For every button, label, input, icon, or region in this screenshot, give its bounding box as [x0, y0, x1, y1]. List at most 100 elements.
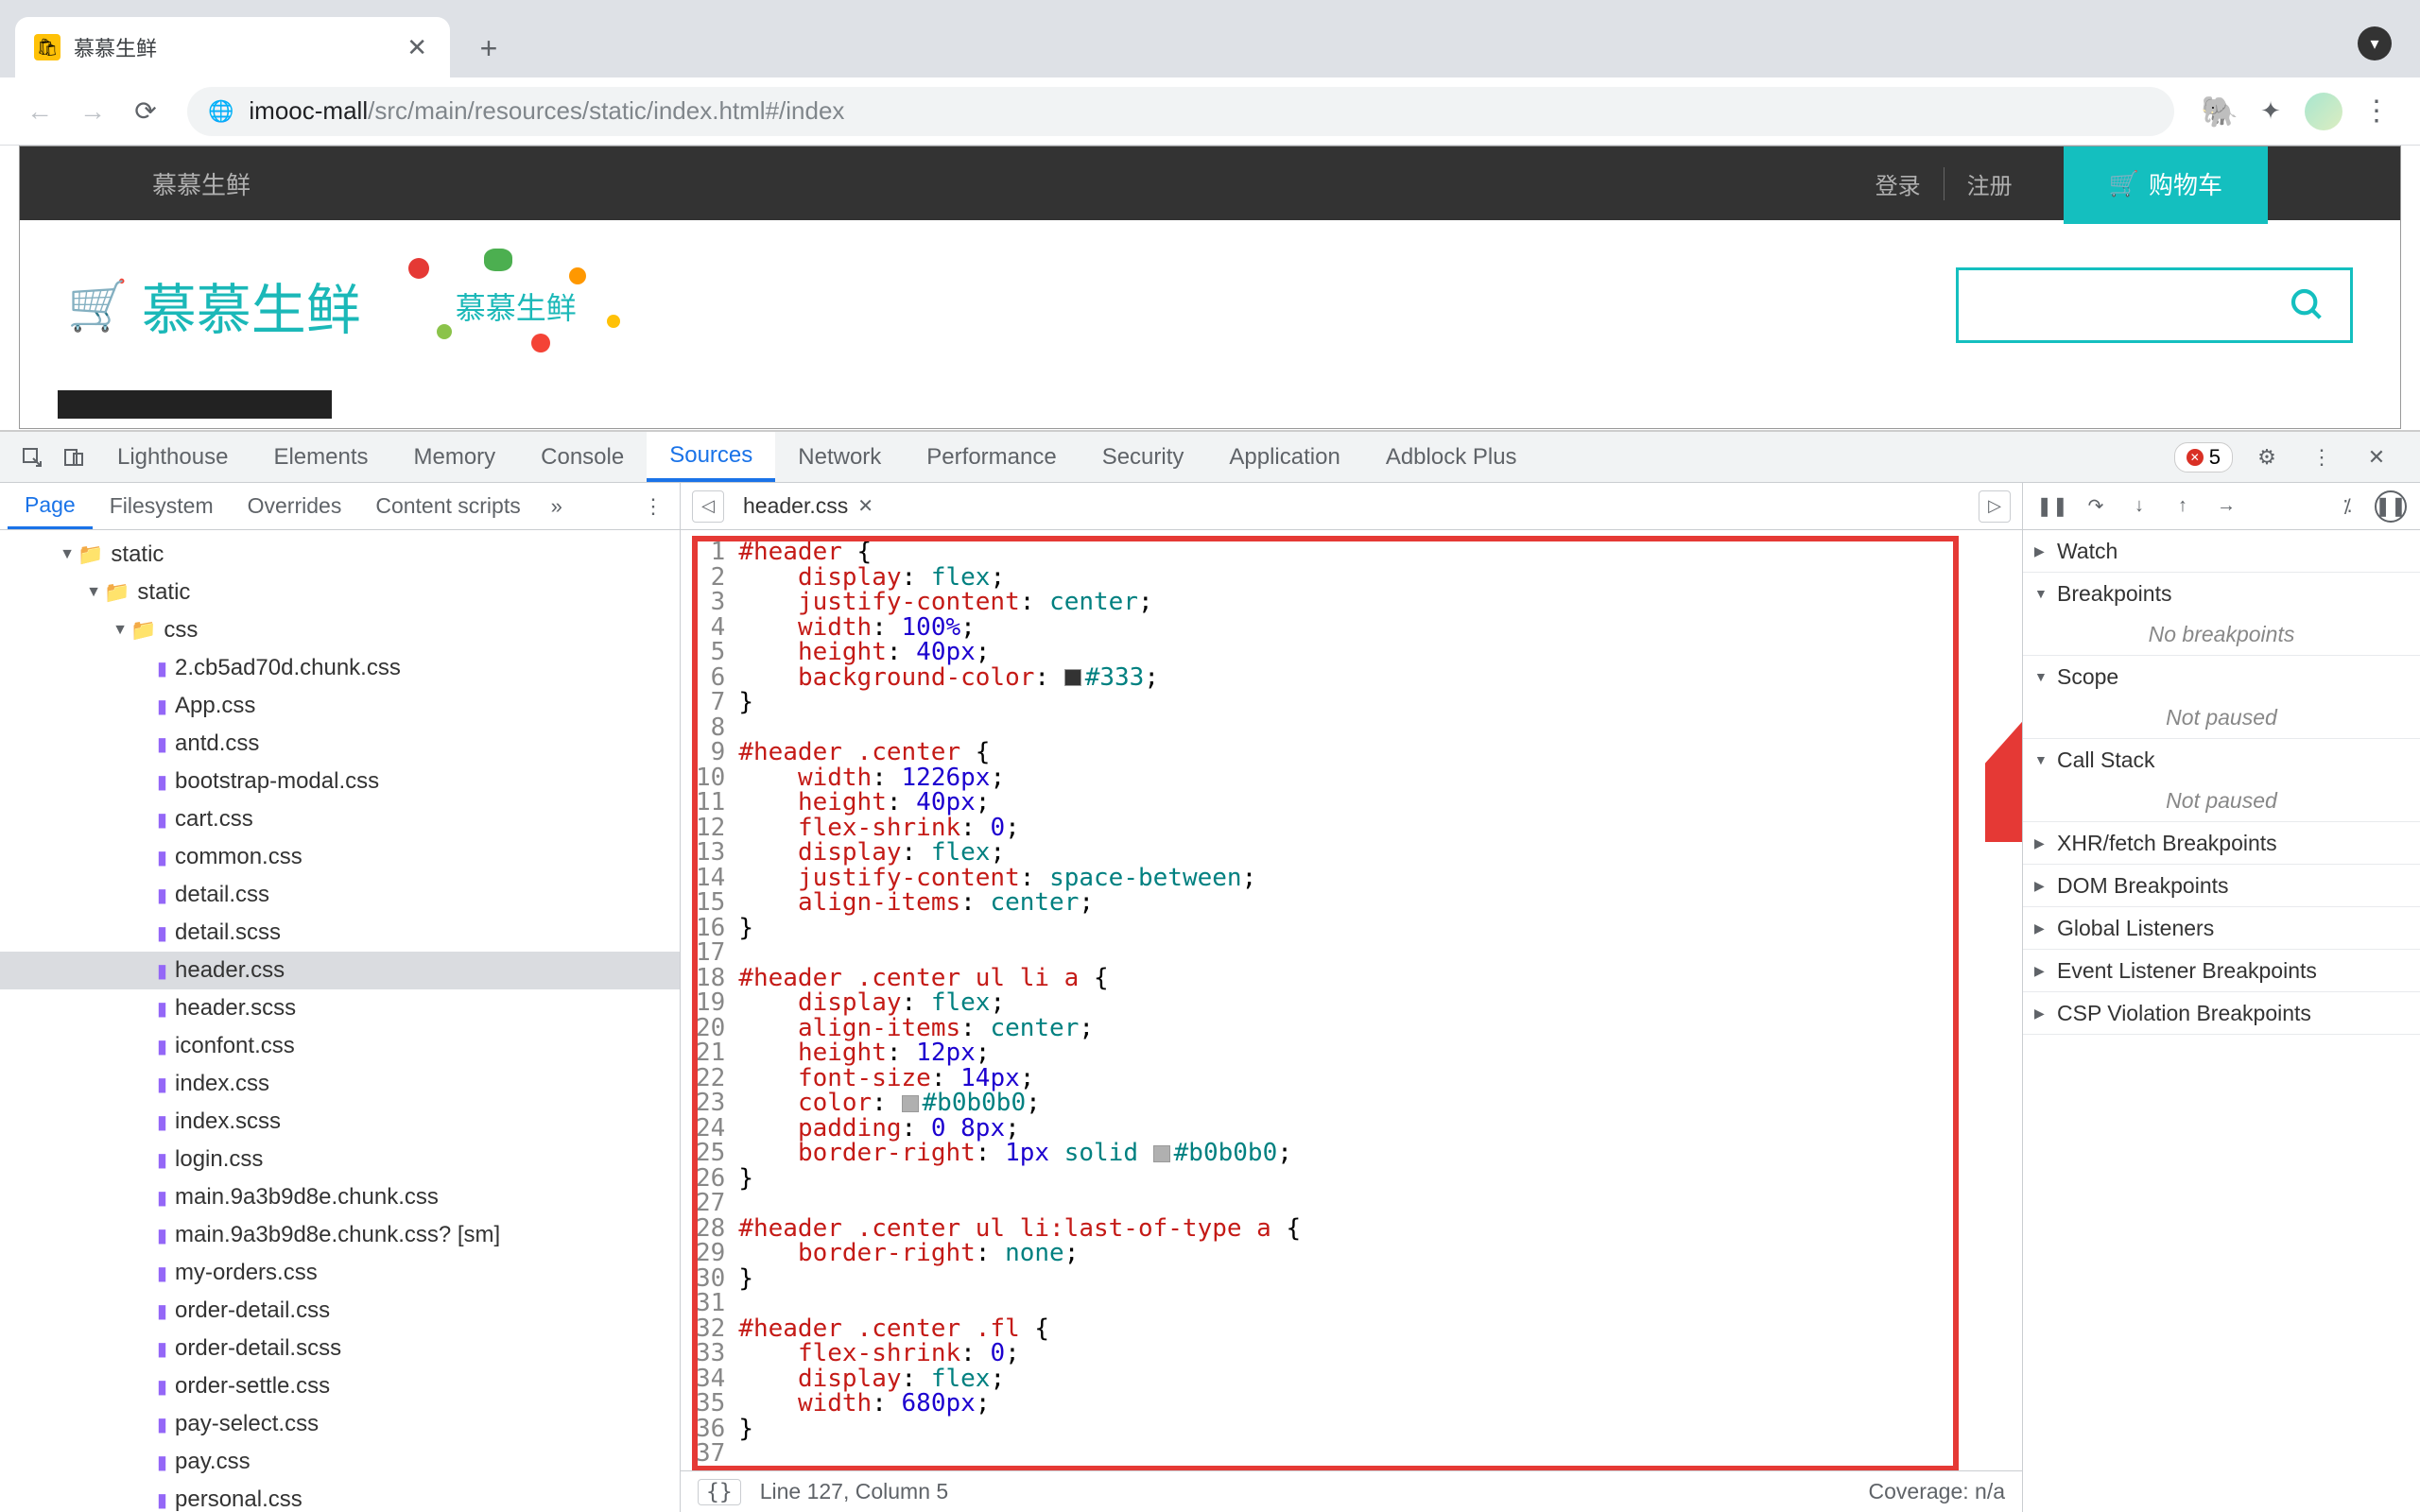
tree-item-pay-select-css[interactable]: ▮pay-select.css: [0, 1405, 680, 1443]
nav-back-icon[interactable]: ◁: [692, 490, 724, 523]
close-tab-icon[interactable]: ✕: [403, 29, 431, 66]
address-bar[interactable]: 🌐 imooc-mall/src/main/resources/static/i…: [187, 87, 2174, 136]
step-over-button[interactable]: ↷: [2080, 490, 2112, 523]
evernote-icon[interactable]: 🐘: [2203, 94, 2237, 129]
scope-section[interactable]: ▼Scope: [2023, 656, 2420, 697]
close-file-icon[interactable]: ✕: [857, 494, 873, 518]
watch-section[interactable]: ▶Watch: [2023, 530, 2420, 572]
search-button[interactable]: [2265, 270, 2350, 340]
favicon-icon: 🛍: [34, 34, 60, 60]
devtools-tab-application[interactable]: Application: [1206, 432, 1362, 482]
tree-item-my-orders-css[interactable]: ▮my-orders.css: [0, 1254, 680, 1292]
sources-navigator: PageFilesystemOverridesContent scripts »…: [0, 483, 681, 1512]
new-tab-button[interactable]: +: [469, 28, 509, 68]
inspect-icon[interactable]: [11, 432, 53, 482]
extensions-icon[interactable]: ✦: [2254, 94, 2288, 129]
code-editor[interactable]: 1234567891011121314151617181920212223242…: [681, 530, 2022, 1470]
sources-nav-tab-content-scripts[interactable]: Content scripts: [358, 483, 537, 529]
open-file-tab[interactable]: header.css ✕: [735, 493, 881, 519]
tree-item-css[interactable]: ▼📁css: [0, 611, 680, 649]
tree-item-bootstrap-modal-css[interactable]: ▮bootstrap-modal.css: [0, 763, 680, 800]
tree-item-index-scss[interactable]: ▮index.scss: [0, 1103, 680, 1141]
tree-item-header-scss[interactable]: ▮header.scss: [0, 989, 680, 1027]
callstack-section[interactable]: ▼Call Stack: [2023, 739, 2420, 781]
site-info-icon[interactable]: 🌐: [208, 99, 233, 124]
dom-bp-section[interactable]: ▶DOM Breakpoints: [2023, 865, 2420, 906]
browser-tab-strip: 🛍 慕慕生鲜 ✕ + ▾: [0, 0, 2420, 77]
devtools-menu-icon[interactable]: ⋮: [2301, 445, 2342, 470]
step-out-button[interactable]: ↑: [2167, 490, 2199, 523]
cart-button[interactable]: 🛒购物车: [2064, 146, 2268, 224]
editor-status-bar: {} Line 127, Column 5 Coverage: n/a: [681, 1470, 2022, 1512]
error-count-badge[interactable]: ✕ 5: [2174, 442, 2233, 472]
browser-menu-icon[interactable]: ⋮: [2360, 94, 2394, 129]
step-into-button[interactable]: ↓: [2123, 490, 2155, 523]
reload-button[interactable]: ⟳: [123, 89, 168, 134]
fruit-decoration: 慕慕生鲜: [399, 249, 664, 362]
back-button[interactable]: ←: [17, 89, 62, 134]
register-link[interactable]: 注册: [1945, 167, 2035, 200]
nav-menu-icon[interactable]: ⋮: [634, 483, 672, 529]
tree-item-personal-css[interactable]: ▮personal.css: [0, 1481, 680, 1512]
tree-item-detail-css[interactable]: ▮detail.css: [0, 876, 680, 914]
tree-item-login-css[interactable]: ▮login.css: [0, 1141, 680, 1178]
global-listeners-section[interactable]: ▶Global Listeners: [2023, 907, 2420, 949]
step-button[interactable]: →: [2210, 490, 2242, 523]
devtools-tab-security[interactable]: Security: [1080, 432, 1207, 482]
pause-exceptions-button[interactable]: ❚❚: [2375, 490, 2407, 523]
devtools-tab-network[interactable]: Network: [775, 432, 904, 482]
event-bp-section[interactable]: ▶Event Listener Breakpoints: [2023, 950, 2420, 991]
tree-item-common-css[interactable]: ▮common.css: [0, 838, 680, 876]
close-devtools-icon[interactable]: ✕: [2356, 445, 2397, 470]
devtools-tab-lighthouse[interactable]: Lighthouse: [95, 432, 251, 482]
tree-item-order-settle-css[interactable]: ▮order-settle.css: [0, 1367, 680, 1405]
tree-item-header-css[interactable]: ▮header.css: [0, 952, 680, 989]
tree-item-antd-css[interactable]: ▮antd.css: [0, 725, 680, 763]
tree-item-order-detail-scss[interactable]: ▮order-detail.scss: [0, 1330, 680, 1367]
page-viewport: 慕慕生鲜 登录 注册 🛒购物车 🛒 慕慕生鲜 慕慕生: [19, 146, 2401, 429]
nav-forward-icon[interactable]: ▷: [1979, 490, 2011, 523]
devtools-tab-performance[interactable]: Performance: [904, 432, 1079, 482]
tree-item-pay-css[interactable]: ▮pay.css: [0, 1443, 680, 1481]
tree-item-main-9a3b9d8e-chunk-css-sm-[interactable]: ▮main.9a3b9d8e.chunk.css? [sm]: [0, 1216, 680, 1254]
browser-tab[interactable]: 🛍 慕慕生鲜 ✕: [15, 17, 450, 77]
csp-bp-section[interactable]: ▶CSP Violation Breakpoints: [2023, 992, 2420, 1034]
devtools-tab-memory[interactable]: Memory: [390, 432, 518, 482]
pretty-print-button[interactable]: {}: [698, 1479, 741, 1505]
callstack-body: Not paused: [2023, 781, 2420, 821]
device-toggle-icon[interactable]: [53, 432, 95, 482]
login-link[interactable]: 登录: [1853, 167, 1945, 200]
tree-item-iconfont-css[interactable]: ▮iconfont.css: [0, 1027, 680, 1065]
tree-item-static[interactable]: ▼📁static: [0, 536, 680, 574]
sources-nav-tab-page[interactable]: Page: [8, 483, 93, 529]
devtools-tab-console[interactable]: Console: [518, 432, 647, 482]
pause-button[interactable]: ❚❚: [2036, 490, 2068, 523]
deactivate-bp-button[interactable]: ⁒: [2331, 490, 2363, 523]
tree-item-static[interactable]: ▼📁static: [0, 574, 680, 611]
devtools-tab-elements[interactable]: Elements: [251, 432, 390, 482]
settings-icon[interactable]: ⚙: [2246, 445, 2288, 470]
file-tree[interactable]: ▼📁static▼📁static▼📁css▮2.cb5ad70d.chunk.c…: [0, 530, 680, 1512]
breakpoints-section[interactable]: ▼Breakpoints: [2023, 573, 2420, 614]
tree-item-order-detail-css[interactable]: ▮order-detail.css: [0, 1292, 680, 1330]
tab-title: 慕慕生鲜: [74, 32, 389, 62]
editor-tabbar: ◁ header.css ✕ ▷: [681, 483, 2022, 530]
tree-item-main-9a3b9d8e-chunk-css[interactable]: ▮main.9a3b9d8e.chunk.css: [0, 1178, 680, 1216]
site-logo[interactable]: 🛒 慕慕生鲜: [67, 266, 361, 345]
devtools-tab-sources[interactable]: Sources: [647, 432, 775, 482]
forward-button[interactable]: →: [70, 89, 115, 134]
tree-item-2-cb5ad70d-chunk-css[interactable]: ▮2.cb5ad70d.chunk.css: [0, 649, 680, 687]
profile-avatar[interactable]: [2305, 93, 2342, 130]
tree-item-app-css[interactable]: ▮App.css: [0, 687, 680, 725]
devtools-panel: LighthouseElementsMemoryConsoleSourcesNe…: [0, 430, 2420, 1512]
tree-item-cart-css[interactable]: ▮cart.css: [0, 800, 680, 838]
sources-nav-tab-overrides[interactable]: Overrides: [231, 483, 359, 529]
error-count: 5: [2209, 445, 2221, 470]
nav-more-icon[interactable]: »: [538, 483, 576, 529]
devtools-tab-adblock-plus[interactable]: Adblock Plus: [1363, 432, 1540, 482]
xhr-bp-section[interactable]: ▶XHR/fetch Breakpoints: [2023, 822, 2420, 864]
sources-nav-tab-filesystem[interactable]: Filesystem: [93, 483, 231, 529]
tree-item-detail-scss[interactable]: ▮detail.scss: [0, 914, 680, 952]
breakpoints-body: No breakpoints: [2023, 614, 2420, 655]
tree-item-index-css[interactable]: ▮index.css: [0, 1065, 680, 1103]
